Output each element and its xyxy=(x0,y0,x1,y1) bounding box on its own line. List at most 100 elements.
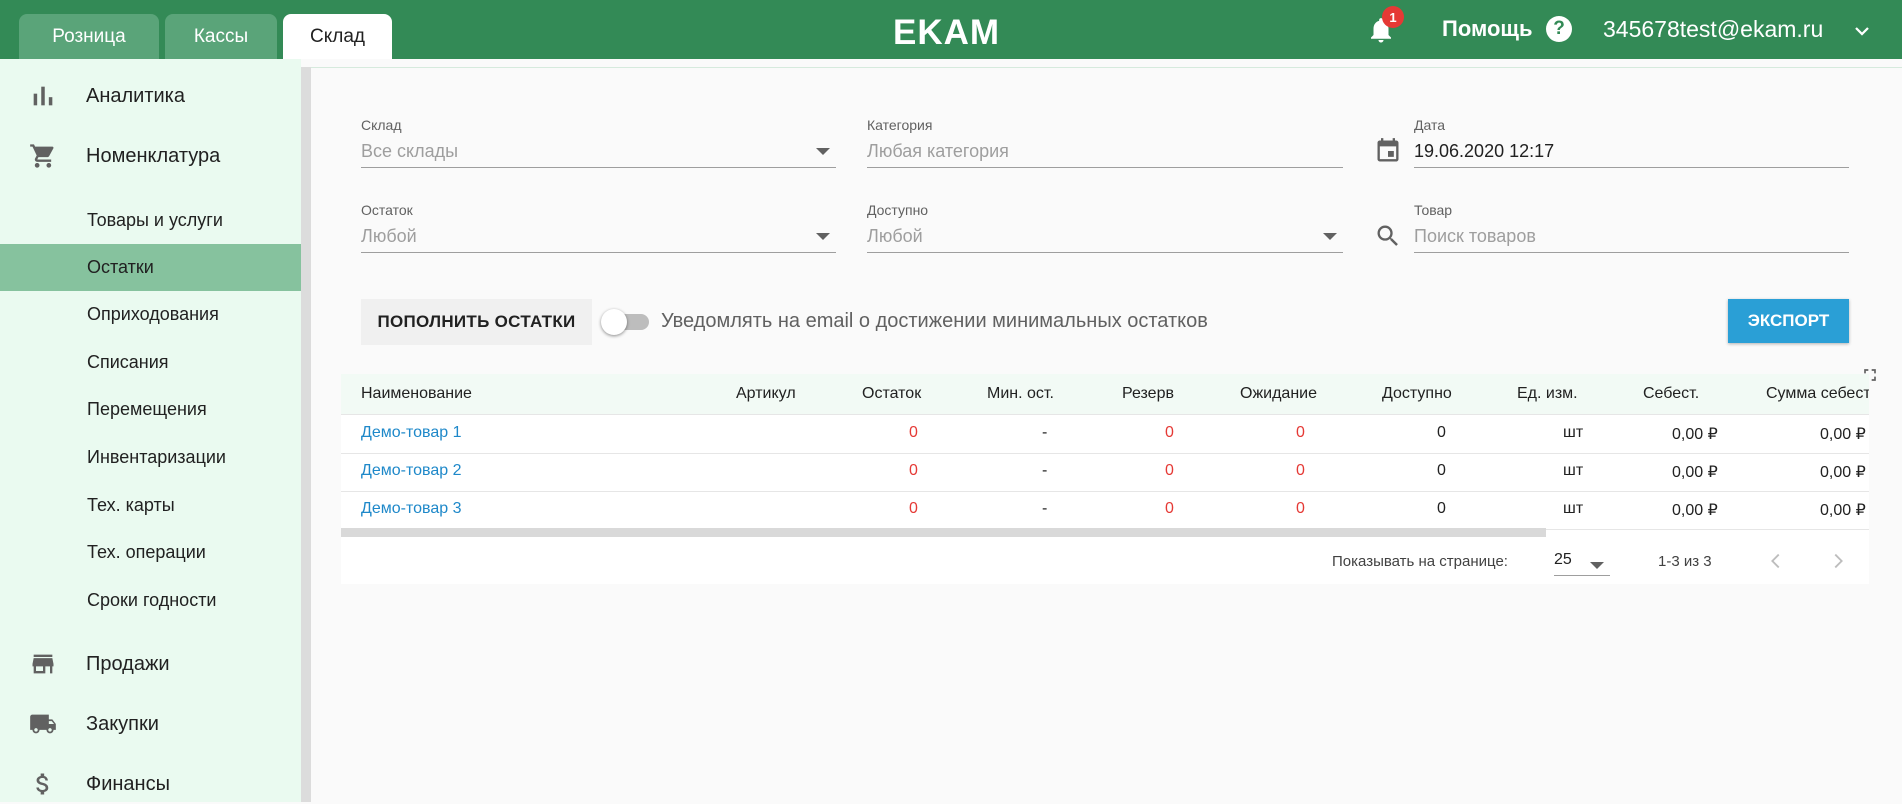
product-link[interactable]: Демо-товар 1 xyxy=(361,424,461,442)
sidebar-subitem-inventory[interactable]: Инвентаризации xyxy=(0,434,301,481)
column-header-cost-sum[interactable]: Сумма себест xyxy=(1766,385,1869,403)
cell-remainder: 0 xyxy=(909,424,918,441)
replenish-stock-button[interactable]: ПОПОЛНИТЬ ОСТАТКИ xyxy=(361,299,592,345)
remainder-select[interactable]: Остаток Любой xyxy=(361,202,836,253)
category-input[interactable]: Любая категория xyxy=(867,141,1343,168)
sidebar-subitem-transfers[interactable]: Перемещения xyxy=(0,386,301,433)
caret-down-icon[interactable] xyxy=(816,233,830,240)
sidebar-subitem-write-offs[interactable]: Списания xyxy=(0,339,301,386)
cell-unit: шт xyxy=(1563,500,1584,517)
cell-waiting: 0 xyxy=(1296,424,1305,441)
cell-cost-sum: 0,00 ₽ xyxy=(1820,502,1866,519)
user-menu[interactable]: 345678test@ekam.ru xyxy=(1603,16,1823,43)
cart-icon xyxy=(30,144,54,168)
column-header-min-remainder[interactable]: Мин. ост. xyxy=(987,385,1054,403)
field-label: Остаток xyxy=(361,202,413,218)
product-search-field[interactable]: Товар Поиск товаров xyxy=(1414,202,1849,253)
export-button[interactable]: ЭКСПОРТ xyxy=(1728,299,1849,343)
dollar-icon xyxy=(36,773,49,795)
tab-retail[interactable]: Розница xyxy=(19,14,159,59)
available-select[interactable]: Доступно Любой xyxy=(867,202,1343,253)
caret-down-icon[interactable] xyxy=(1590,562,1604,569)
ekam-logo[interactable]: EKAM xyxy=(893,13,1000,53)
search-icon xyxy=(1377,225,1398,246)
email-notify-toggle[interactable] xyxy=(601,309,651,335)
column-header-unit[interactable]: Ед. изм. xyxy=(1517,385,1578,403)
column-header-reserve[interactable]: Резерв xyxy=(1122,385,1174,403)
field-label: Дата xyxy=(1414,117,1446,133)
tab-cash-registers[interactable]: Кассы xyxy=(165,14,277,59)
cell-min-remainder: - xyxy=(1042,424,1048,441)
available-select-value[interactable]: Любой xyxy=(867,226,1343,253)
warehouse-select[interactable]: Склад Все склады xyxy=(361,117,836,168)
date-input[interactable]: 19.06.2020 12:17 xyxy=(1414,141,1849,168)
field-label: Склад xyxy=(361,117,402,133)
caret-down-icon[interactable] xyxy=(816,148,830,155)
column-header-waiting[interactable]: Ожидание xyxy=(1240,385,1317,403)
table-horizontal-scrollbar[interactable] xyxy=(341,528,1546,537)
sidebar-item-sales[interactable]: Продажи xyxy=(0,644,301,684)
sidebar-subitem-receipts[interactable]: Оприходования xyxy=(0,291,301,338)
toggle-thumb[interactable] xyxy=(601,309,627,335)
top-bar: Розница Кассы Склад EKAM 1 Помощь ? 3456… xyxy=(0,0,1902,59)
field-label: Товар xyxy=(1414,202,1453,218)
sidebar-item-purchases[interactable]: Закупки xyxy=(0,704,301,744)
help-link[interactable]: Помощь xyxy=(1442,16,1532,42)
sidebar-item-label: Номенклатура xyxy=(86,144,221,167)
product-link[interactable]: Демо-товар 2 xyxy=(361,462,461,480)
column-header-remainder[interactable]: Остаток xyxy=(862,385,921,403)
category-field[interactable]: Категория Любая категория xyxy=(867,117,1343,168)
sidebar-item-label: Закупки xyxy=(86,712,159,735)
module-tabs: Розница Кассы Склад xyxy=(19,14,392,59)
cell-unit: шт xyxy=(1563,462,1584,479)
cell-waiting: 0 xyxy=(1296,462,1305,479)
column-header-available[interactable]: Доступно xyxy=(1382,385,1452,403)
chevron-down-icon[interactable] xyxy=(1853,22,1871,40)
warehouse-select-value[interactable]: Все склады xyxy=(361,141,836,168)
sidebar-item-finance[interactable]: Финансы xyxy=(0,764,301,804)
stock-table: Наименование Артикул Остаток Мин. ост. Р… xyxy=(341,374,1869,584)
column-header-name[interactable]: Наименование xyxy=(361,385,472,403)
product-search-input[interactable]: Поиск товаров xyxy=(1414,226,1849,253)
column-header-sku[interactable]: Артикул xyxy=(736,385,796,403)
table-header: Наименование Артикул Остаток Мин. ост. Р… xyxy=(341,374,1869,415)
date-field[interactable]: Дата 19.06.2020 12:17 xyxy=(1414,117,1849,168)
cell-available: 0 xyxy=(1437,424,1446,441)
sidebar-item-label: Продажи xyxy=(86,652,170,675)
cell-cost: 0,00 ₽ xyxy=(1672,464,1718,481)
divider xyxy=(311,67,1902,68)
sidebar-item-nomenclature[interactable]: Номенклатура xyxy=(0,136,301,176)
cell-min-remainder: - xyxy=(1042,462,1048,479)
chevron-right-icon[interactable] xyxy=(1827,550,1849,572)
caret-down-icon[interactable] xyxy=(1323,233,1337,240)
sidebar-subitem-tech-operations[interactable]: Тех. операции xyxy=(0,529,301,576)
field-label: Категория xyxy=(867,117,933,133)
remainder-select-value[interactable]: Любой xyxy=(361,226,836,253)
notification-badge: 1 xyxy=(1382,6,1404,28)
sidebar-item-analytics[interactable]: Аналитика xyxy=(0,76,301,116)
help-icon[interactable]: ? xyxy=(1546,16,1572,42)
table-row: Демо-товар 2 0 - 0 0 0 шт 0,00 ₽ 0,00 ₽ xyxy=(341,453,1869,492)
chevron-left-icon[interactable] xyxy=(1765,550,1787,572)
cell-unit: шт xyxy=(1563,424,1584,441)
rows-per-page-label: Показывать на странице: xyxy=(1332,553,1508,570)
calendar-icon[interactable] xyxy=(1374,137,1402,165)
sidebar-subitem-expiry-dates[interactable]: Сроки годности xyxy=(0,577,301,624)
column-header-cost[interactable]: Себест. xyxy=(1643,385,1699,403)
cell-cost: 0,00 ₽ xyxy=(1672,426,1718,443)
tab-warehouse[interactable]: Склад xyxy=(283,14,392,59)
sidebar-subitem-stock[interactable]: Остатки xyxy=(0,244,301,291)
table-row: Демо-товар 3 0 - 0 0 0 шт 0,00 ₽ 0,00 ₽ xyxy=(341,491,1869,530)
cell-cost-sum: 0,00 ₽ xyxy=(1820,464,1866,481)
cell-reserve: 0 xyxy=(1165,500,1174,517)
sidebar-subitem-goods[interactable]: Товары и услуги xyxy=(0,197,301,244)
cell-available: 0 xyxy=(1437,500,1446,517)
sidebar-subitem-tech-cards[interactable]: Тех. карты xyxy=(0,482,301,529)
sidebar-item-label: Финансы xyxy=(86,772,170,795)
cell-reserve: 0 xyxy=(1165,462,1174,479)
cell-remainder: 0 xyxy=(909,500,918,517)
truck-icon xyxy=(30,714,56,734)
store-icon xyxy=(32,654,54,674)
sidebar-scrollbar[interactable] xyxy=(301,67,311,802)
product-link[interactable]: Демо-товар 3 xyxy=(361,500,461,518)
